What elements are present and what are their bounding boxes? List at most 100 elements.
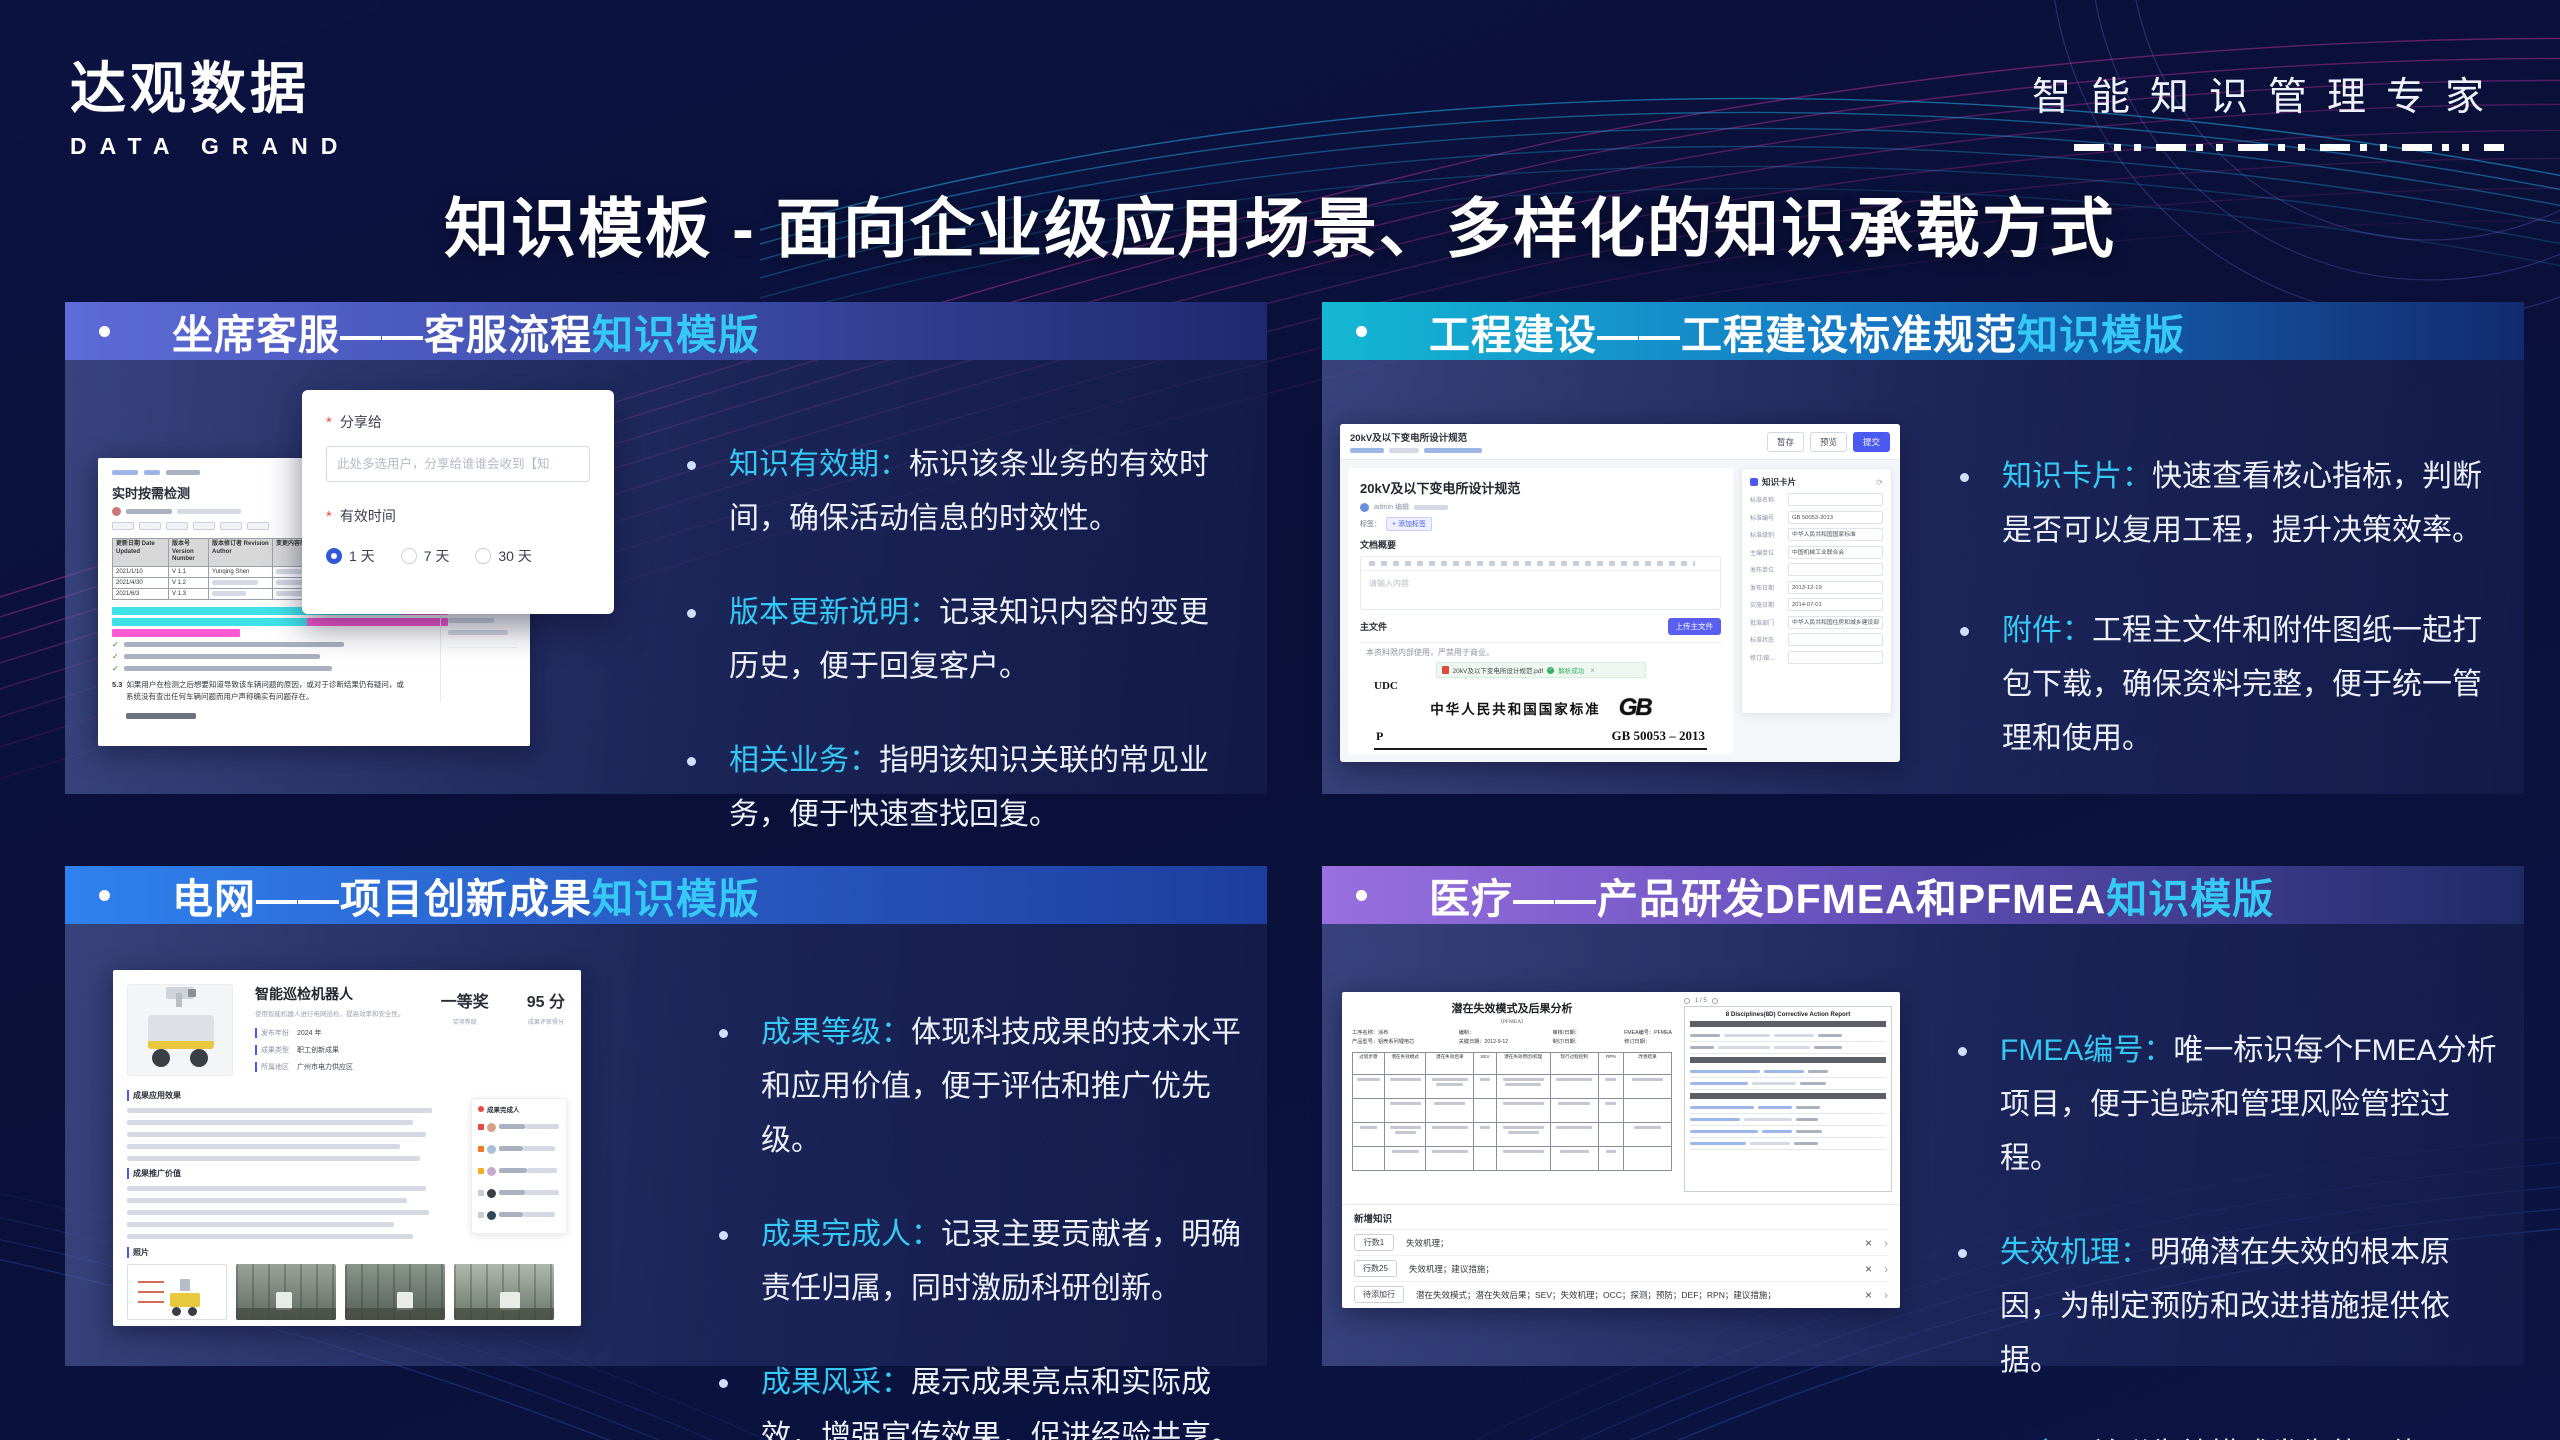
radio-30day[interactable]: 30 天 xyxy=(475,546,531,566)
photo-gallery xyxy=(127,1264,567,1320)
card-icon xyxy=(1750,478,1758,486)
field-input[interactable]: 2013-12-19 xyxy=(1788,581,1883,594)
chevron-right-icon[interactable] xyxy=(1884,1236,1888,1250)
photo-robot-diagram xyxy=(127,1264,227,1320)
bullet-icon xyxy=(99,890,110,901)
section-text-placeholder xyxy=(127,1186,445,1239)
photos-label: 照片 xyxy=(127,1247,567,1258)
doc-tags: 标签： + 添加标签 xyxy=(1360,517,1721,531)
achievement-title: 智能巡检机器人 xyxy=(255,984,455,1004)
success-icon xyxy=(1547,667,1554,674)
brand-logo-en: DATA GRAND xyxy=(70,133,350,160)
panel-heading: 电网——项目创新成果知识模版 xyxy=(172,865,760,925)
table-row xyxy=(1353,1122,1672,1146)
list-item: 失效机理：明确潜在失效的根本原因，为制定预防和改进措施提供依据。 xyxy=(1956,1226,2504,1388)
field-input[interactable] xyxy=(1788,651,1883,664)
close-icon[interactable] xyxy=(1865,1288,1872,1302)
panel-medical-fmea: 医疗——产品研发DFMEA和PFMEA知识模版 潜在失效模式及后果分析 （PFM… xyxy=(1322,866,2524,1366)
row-chip[interactable]: 待添加行 xyxy=(1354,1286,1404,1303)
list-item: 附件：工程主文件和附件图纸一起打包下载，确保资料完整，便于统一管理和使用。 xyxy=(1958,604,2498,766)
brand-logo-cn: 达观数据 xyxy=(70,44,350,125)
panel-agent-bullets: 知识有效期：标识该条业务的有效时间，确保活动信息的时效性。 版本更新说明：记录知… xyxy=(685,438,1233,842)
chevron-right-icon[interactable] xyxy=(1884,1288,1888,1302)
field-input[interactable]: 2014-07-01 xyxy=(1788,598,1883,611)
list-item: 工序：关联失效模式发生的具体环节，确保针对性优化流程、降低风险。 xyxy=(1956,1428,2504,1440)
report-8d: 8 Disciplines(8D) Corrective Action Repo… xyxy=(1684,1006,1892,1192)
knowledge-card-title: 知识卡片 xyxy=(1762,476,1796,488)
bullet-icon xyxy=(719,1029,728,1038)
brand-tagline: 智能知识管理专家 xyxy=(2032,66,2504,151)
field-input[interactable] xyxy=(1788,563,1883,576)
add-tag-button[interactable]: + 添加标签 xyxy=(1386,517,1432,531)
field-input[interactable]: 中华人民共和国住房和城乡建设部 xyxy=(1788,616,1883,629)
bullet-icon xyxy=(687,461,696,470)
app-title: 20kV及以下变电所设计规范 xyxy=(1350,430,1482,444)
bullet-icon xyxy=(687,757,696,766)
fmea-meta: 工序名称：涂布产品型号：铝壳系列锂电芯 编制：关键日期：2012-9-12 审核… xyxy=(1352,1029,1672,1048)
new-knowledge-label: 新增知识 xyxy=(1354,1211,1888,1225)
panel-medical-fmea-header: 医疗——产品研发DFMEA和PFMEA知识模版 xyxy=(1322,866,2524,924)
knowledge-row: 待添加行 潜在失效模式；潜在失效后果；SEV；失效机理；OCC；探测；预防；DE… xyxy=(1354,1281,1888,1307)
check-icon xyxy=(112,664,119,673)
radio-icon xyxy=(401,548,417,564)
editor-placeholder: 请输入内容 xyxy=(1361,571,1720,596)
close-icon[interactable] xyxy=(1590,666,1595,675)
divider xyxy=(1374,748,1707,750)
share-label: 分享给 xyxy=(326,412,590,432)
member-row xyxy=(478,1206,560,1224)
row-chip[interactable]: 行数1 xyxy=(1354,1234,1394,1251)
panel-heading: 坐席客服——客服流程知识模版 xyxy=(172,301,760,361)
check-item xyxy=(112,652,448,661)
panel-engineering-bullets: 知识卡片：快速查看核心指标，判断是否可以复用工程，提升决策效率。 附件：工程主文… xyxy=(1958,450,2498,766)
close-icon[interactable] xyxy=(1865,1236,1872,1250)
list-item: 成果完成人：记录主要贡献者，明确责任归属，同时激励科研创新。 xyxy=(717,1208,1241,1316)
robot-image xyxy=(127,984,233,1076)
brand-logo: 达观数据 DATA GRAND xyxy=(70,44,350,160)
field-input[interactable]: GB 50053-2013 xyxy=(1788,511,1883,524)
standard-code: GB 50053 – 2013 xyxy=(1611,728,1705,744)
breadcrumb xyxy=(1350,448,1482,453)
radio-7day[interactable]: 7 天 xyxy=(401,546,450,566)
standard-title: 中华人民共和国国家标准 xyxy=(1430,698,1601,718)
radio-1day[interactable]: 1 天 xyxy=(326,546,375,566)
field-input[interactable]: 中国机械工业联合会 xyxy=(1788,546,1883,559)
avatar xyxy=(112,507,121,516)
bullet-icon xyxy=(99,326,110,337)
upload-main-file-button[interactable]: 上传主文件 xyxy=(1668,618,1722,635)
check-item xyxy=(112,664,448,673)
watermark-notice: 本资料限内部使用，严禁用于商业。 xyxy=(1366,647,1715,658)
list-item: 成果风采：展示成果亮点和实际成效，增强宣传效果，促进经验共享。 xyxy=(717,1356,1241,1440)
panel-agent-service-body: 实时按需检测 更新日期 Date Updated 版本号 Version Num… xyxy=(65,360,1267,794)
rich-text-editor[interactable]: 请输入内容 xyxy=(1360,556,1721,610)
doc-meta: admin 编辑 xyxy=(1360,502,1721,512)
row-chip[interactable]: 行数25 xyxy=(1354,1260,1397,1277)
member-row xyxy=(478,1162,560,1180)
panel-heading: 医疗——产品研发DFMEA和PFMEA知识模版 xyxy=(1429,865,2274,925)
close-icon[interactable] xyxy=(1865,1262,1872,1276)
next-page-icon[interactable] xyxy=(1712,998,1718,1004)
bullet-icon xyxy=(1958,1047,1967,1056)
file-chip[interactable]: 20kV及以下变电所设计规范.pdf 解析成功 xyxy=(1436,662,1646,678)
doc-paragraph: 5.3如果用户在检测之后想要知道导致该车辆问题的原因，或对于诊断结果仍有疑问，或… xyxy=(112,679,448,705)
field-input[interactable] xyxy=(1788,633,1883,646)
photo-substation xyxy=(454,1264,554,1320)
members-icon xyxy=(478,1106,484,1112)
field-input[interactable] xyxy=(1788,493,1883,506)
table-row xyxy=(1353,1074,1672,1098)
refresh-icon[interactable] xyxy=(1876,478,1883,487)
udc-label: UDC xyxy=(1374,680,1715,692)
share-user-input[interactable] xyxy=(326,446,590,482)
bullet-icon xyxy=(1960,627,1969,636)
save-draft-button[interactable]: 暂存 xyxy=(1767,432,1804,452)
mainfile-section-label: 主文件 xyxy=(1360,620,1387,633)
prev-page-icon[interactable] xyxy=(1684,998,1690,1004)
field-input[interactable]: 中华人民共和国国家标准 xyxy=(1788,528,1883,541)
list-item: FMEA编号：唯一标识每个FMEA分析项目，便于追踪和管理风险管控过程。 xyxy=(1956,1024,2504,1186)
list-item: 成果等级：体现科技成果的技术水平和应用价值，便于评估和推广优先级。 xyxy=(717,1006,1241,1168)
avatar xyxy=(1360,503,1369,512)
pager[interactable]: 1 / 5 xyxy=(1684,998,1892,1004)
embedded-screenshot-fmea: 潜在失效模式及后果分析 （PFMEA） 工序名称：涂布产品型号：铝壳系列锂电芯 … xyxy=(1342,992,1900,1308)
submit-button[interactable]: 提交 xyxy=(1853,432,1890,452)
chevron-right-icon[interactable] xyxy=(1884,1262,1888,1276)
preview-button[interactable]: 预览 xyxy=(1810,432,1847,452)
